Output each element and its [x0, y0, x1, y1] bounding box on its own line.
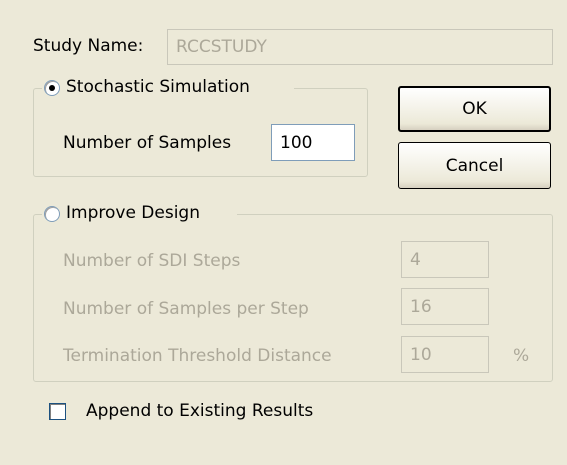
append-results-checkbox[interactable]	[49, 403, 66, 420]
radio-selected-dot	[49, 85, 55, 91]
number-of-samples-value: 100	[280, 132, 313, 153]
study-name-field: RCCSTUDY	[167, 29, 553, 65]
number-of-samples-input[interactable]: 100	[271, 124, 355, 161]
stochastic-simulation-label[interactable]: Stochastic Simulation	[66, 77, 250, 97]
study-name-label: Study Name:	[33, 36, 144, 56]
samples-per-step-value: 16	[410, 296, 432, 317]
threshold-distance-value: 10	[410, 344, 432, 365]
ok-button-label: OK	[462, 99, 487, 119]
samples-per-step-label: Number of Samples per Step	[63, 299, 309, 319]
stochastic-simulation-radio[interactable]	[44, 80, 60, 96]
cancel-button[interactable]: Cancel	[398, 142, 551, 189]
improve-design-radio[interactable]	[44, 206, 60, 222]
improve-design-label[interactable]: Improve Design	[66, 203, 200, 223]
study-name-value: RCCSTUDY	[176, 37, 267, 57]
ok-button[interactable]: OK	[398, 86, 551, 132]
samples-per-step-input[interactable]: 16	[401, 288, 489, 325]
threshold-distance-label: Termination Threshold Distance	[63, 346, 332, 366]
sdi-steps-value: 4	[410, 249, 421, 270]
threshold-distance-input[interactable]: 10	[401, 336, 489, 373]
append-results-label[interactable]: Append to Existing Results	[86, 401, 313, 421]
number-of-samples-label: Number of Samples	[63, 133, 232, 153]
sdi-steps-label: Number of SDI Steps	[63, 251, 241, 271]
threshold-percent-unit: %	[513, 346, 530, 366]
sdi-steps-input[interactable]: 4	[401, 241, 489, 278]
cancel-button-label: Cancel	[445, 155, 504, 176]
